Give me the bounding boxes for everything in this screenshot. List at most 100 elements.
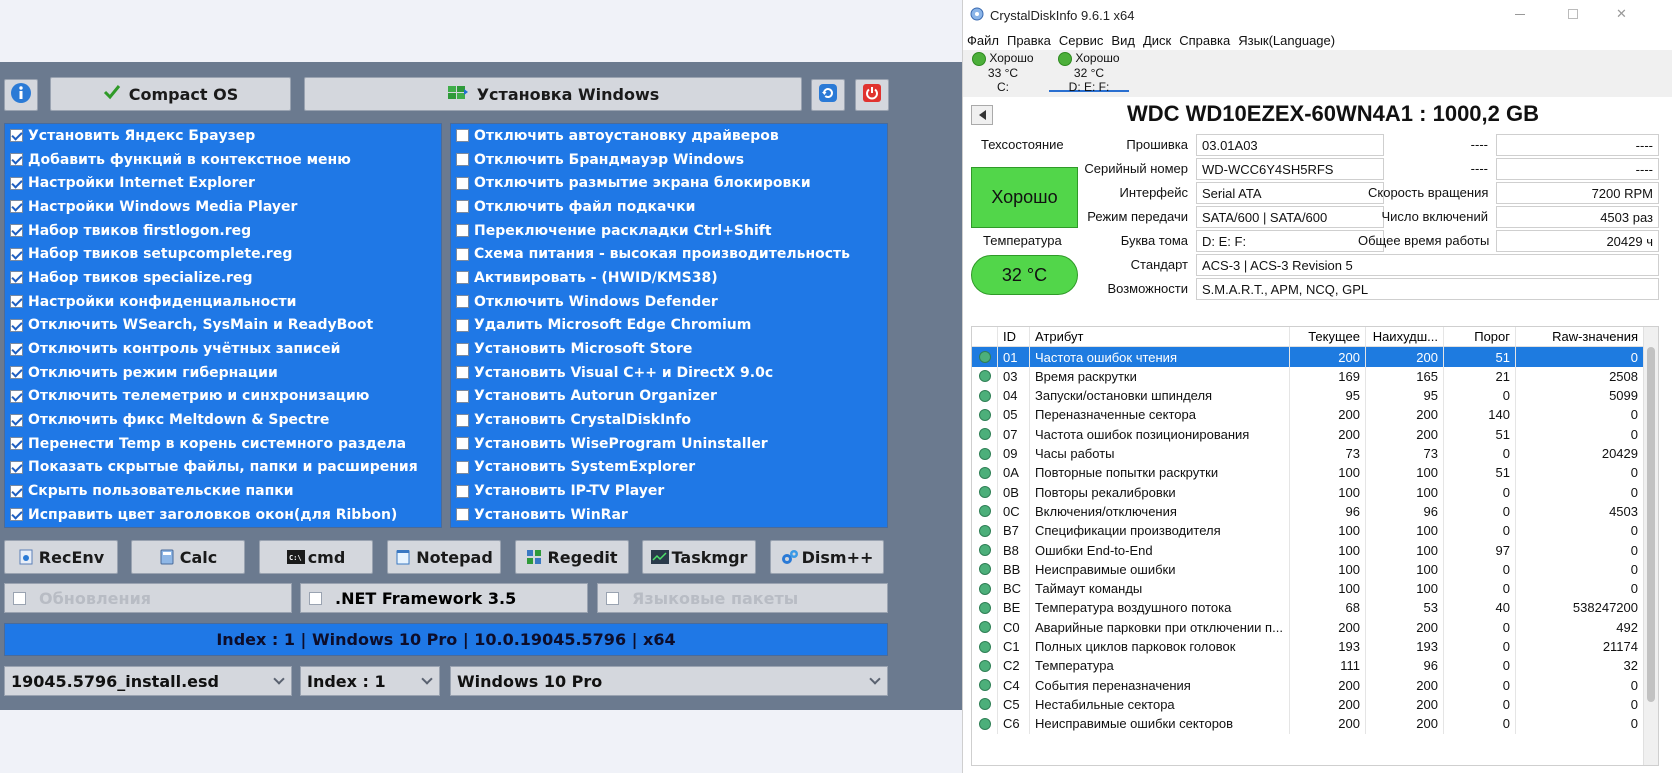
table-row[interactable]: 01 Частота ошибок чтения 200 200 51 0 [972,347,1644,368]
dotnet-checkbox[interactable]: .NET Framework 3.5 [300,583,588,613]
tweak-checkbox-item[interactable]: Установить Visual C++ и DirectX 9.0c [451,361,887,385]
tweak-checkbox-item[interactable]: Активировать - (HWID/KMS38) [451,266,887,290]
tweak-checkbox-item[interactable]: Переключение раскладки Ctrl+Shift [451,219,887,243]
checkbox[interactable] [456,295,469,309]
notepad-button[interactable]: Notepad [387,540,501,574]
table-row[interactable]: C2 Температура 111 96 0 32 [972,655,1644,676]
column-header-id[interactable]: ID [998,327,1030,346]
tweak-checkbox-item[interactable]: Отключить режим гибернации [5,361,441,385]
table-row[interactable]: BB Неисправимые ошибки 100 100 0 0 [972,559,1644,580]
edition-select[interactable]: Windows 10 Pro [450,666,888,696]
checkbox[interactable] [456,224,469,238]
checkbox[interactable] [456,318,469,332]
tweak-checkbox-item[interactable]: Настройки Windows Media Player [5,195,441,219]
tweak-checkbox-item[interactable]: Отключить WSearch, SysMain и ReadyBoot [5,314,441,338]
tweak-checkbox-item[interactable]: Набор твиков specialize.reg [5,266,441,290]
index-select[interactable]: Index : 1 [300,666,440,696]
checkbox[interactable] [456,176,469,190]
menu-service[interactable]: Сервис [1059,33,1104,48]
menu-language[interactable]: Язык(Language) [1238,33,1335,48]
tweak-checkbox-item[interactable]: Отключить Брандмауэр Windows [451,148,887,172]
checkbox[interactable] [456,342,469,356]
tweak-checkbox-item[interactable]: Набор твиков setupcomplete.reg [5,242,441,266]
menu-disk[interactable]: Диск [1143,33,1171,48]
regedit-button[interactable]: Regedit [515,540,629,574]
tweak-checkbox-item[interactable]: Отключить Windows Defender [451,290,887,314]
checkbox[interactable] [456,153,469,167]
checkbox[interactable] [10,389,23,403]
tweak-checkbox-item[interactable]: Установить Microsoft Store [451,337,887,361]
column-header-current[interactable]: Текущее [1290,327,1366,346]
drive-c[interactable]: Хорошо 33 °C C: [965,51,1041,94]
vertical-scrollbar[interactable] [1643,327,1658,765]
tweak-checkbox-item[interactable]: Установить CrystalDiskInfo [451,408,887,432]
checkbox[interactable] [10,224,23,238]
dotnet-checkbox-box[interactable] [309,591,322,605]
checkbox[interactable] [10,342,23,356]
table-row[interactable]: BC Таймаут команды 100 100 0 0 [972,578,1644,599]
recenv-button[interactable]: RecEnv [4,540,118,574]
checkbox[interactable] [10,366,23,380]
tweak-checkbox-item[interactable]: Установить Autorun Organizer [451,385,887,409]
checkbox[interactable] [456,508,469,522]
tweak-checkbox-item[interactable]: Набор твиков firstlogon.reg [5,219,441,243]
table-row[interactable]: 05 Переназначенные сектора 200 200 140 0 [972,404,1644,425]
language-packs-checkbox[interactable]: Языковые пакеты [597,583,888,613]
table-row[interactable]: C4 События переназначения 200 200 0 0 [972,675,1644,696]
tweak-checkbox-item[interactable]: Установить IP-TV Player [451,479,887,503]
table-row[interactable]: C1 Полных циклов парковок головок 193 193 0 2… [972,636,1644,657]
checkbox[interactable] [456,366,469,380]
table-row[interactable]: 0C Включения/отключения 96 96 0 4503 [972,501,1644,522]
checkbox[interactable] [10,200,23,214]
info-button[interactable] [4,79,38,111]
tweak-checkbox-item[interactable]: Показать скрытые файлы, папки и расширен… [5,456,441,480]
table-row[interactable]: C0 Аварийные парковки при отключении п...… [972,617,1644,638]
table-row[interactable]: 0B Повторы рекалибровки 100 100 0 0 [972,482,1644,503]
table-row[interactable]: 0A Повторные попытки раскрутки 100 100 51 0 [972,462,1644,483]
refresh-button[interactable] [811,79,845,111]
minimize-button[interactable] [1515,14,1525,15]
menu-file[interactable]: Файл [967,33,999,48]
close-button[interactable]: ✕ [1616,6,1630,21]
menu-view[interactable]: Вид [1111,33,1135,48]
drive-d[interactable]: Хорошо 32 °C D: E: F: [1049,51,1129,94]
tweak-checkbox-item[interactable]: Отключить размытие экрана блокировки [451,171,887,195]
language-packs-checkbox-box[interactable] [606,591,619,605]
install-windows-button[interactable]: Установка Windows [304,77,802,111]
tweak-checkbox-item[interactable]: Скрыть пользовательские папки [5,479,441,503]
tweak-checkbox-item[interactable]: Отключить телеметрию и синхронизацию [5,385,441,409]
taskmgr-button[interactable]: Taskmgr [642,540,756,574]
tweak-checkbox-item[interactable]: Схема питания - высокая производительнос… [451,242,887,266]
table-row[interactable]: 07 Частота ошибок позиционирования 200 200 5… [972,424,1644,445]
column-header-raw[interactable]: Raw-значения [1516,327,1644,346]
maximize-button[interactable] [1568,9,1578,19]
dism-button[interactable]: Dism++ [770,540,884,574]
checkbox[interactable] [10,176,23,190]
tweak-checkbox-item[interactable]: Исправить цвет заголовков окон(для Ribbo… [5,503,441,527]
checkbox[interactable] [456,200,469,214]
tweak-checkbox-item[interactable]: Настройки конфиденциальности [5,290,441,314]
tweak-checkbox-item[interactable]: Установить WiseProgram Uninstaller [451,432,887,456]
image-file-select[interactable]: 19045.5796_install.esd [4,666,292,696]
checkbox[interactable] [456,271,469,285]
checkbox[interactable] [456,129,469,143]
tweak-checkbox-item[interactable]: Установить Яндекс Браузер [5,124,441,148]
prev-disk-button[interactable] [971,105,993,125]
menu-edit[interactable]: Правка [1007,33,1051,48]
table-row[interactable]: 03 Время раскрутки 169 165 21 2508 [972,366,1644,387]
checkbox[interactable] [456,484,469,498]
checkbox[interactable] [10,153,23,167]
tweak-checkbox-item[interactable]: Добавить функций в контекстное меню [5,148,441,172]
tweak-checkbox-item[interactable]: Перенести Temp в корень системного разде… [5,432,441,456]
tweak-checkbox-item[interactable]: Отключить файл подкачки [451,195,887,219]
tweak-checkbox-item[interactable]: Отключить фикс Meltdown & Spectre [5,408,441,432]
checkbox[interactable] [10,437,23,451]
checkbox[interactable] [10,247,23,261]
tweak-checkbox-item[interactable]: Отключить автоустановку драйверов [451,124,887,148]
table-row[interactable]: B8 Ошибки End-to-End 100 100 97 0 [972,540,1644,561]
tweak-checkbox-item[interactable]: Отключить контроль учётных записей [5,337,441,361]
tweak-checkbox-item[interactable]: Установить WinRar [451,503,887,527]
table-row[interactable]: 09 Часы работы 73 73 0 20429 [972,443,1644,464]
tweak-checkbox-item[interactable]: Настройки Internet Explorer [5,171,441,195]
table-row[interactable]: B7 Спецификации производителя 100 100 0 0 [972,520,1644,541]
